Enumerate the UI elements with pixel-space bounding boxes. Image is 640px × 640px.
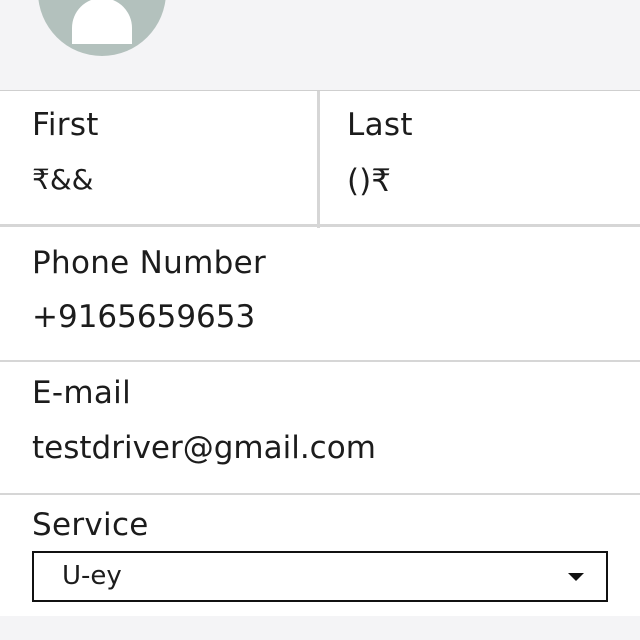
last-name-input[interactable]: ()₹ [347,163,391,199]
name-row: First ₹&& Last ()₹ [0,91,640,228]
email-field[interactable]: E-mail testdriver@gmail.com [0,362,640,495]
first-name-label: First [32,107,99,143]
email-label: E-mail [32,375,131,411]
phone-input[interactable]: +9165659653 [32,299,255,335]
first-name-input[interactable]: ₹&& [32,163,93,196]
profile-form: First ₹&& Last ()₹ Phone Number +9165659… [0,90,640,616]
service-selected-value: U-ey [62,561,122,591]
service-select[interactable]: U-ey [32,551,608,602]
profile-header [0,0,640,90]
last-name-field[interactable]: Last ()₹ [320,91,640,228]
user-avatar-icon[interactable] [38,0,166,56]
service-label: Service [32,507,149,543]
avatar-silhouette [72,0,132,44]
profile-edit-screen: First ₹&& Last ()₹ Phone Number +9165659… [0,0,640,640]
email-input[interactable]: testdriver@gmail.com [32,430,376,466]
phone-label: Phone Number [32,245,267,281]
last-name-label: Last [347,107,413,143]
phone-field[interactable]: Phone Number +9165659653 [0,227,640,362]
first-name-field[interactable]: First ₹&& [0,91,320,228]
caret-down-icon[interactable] [568,573,584,581]
